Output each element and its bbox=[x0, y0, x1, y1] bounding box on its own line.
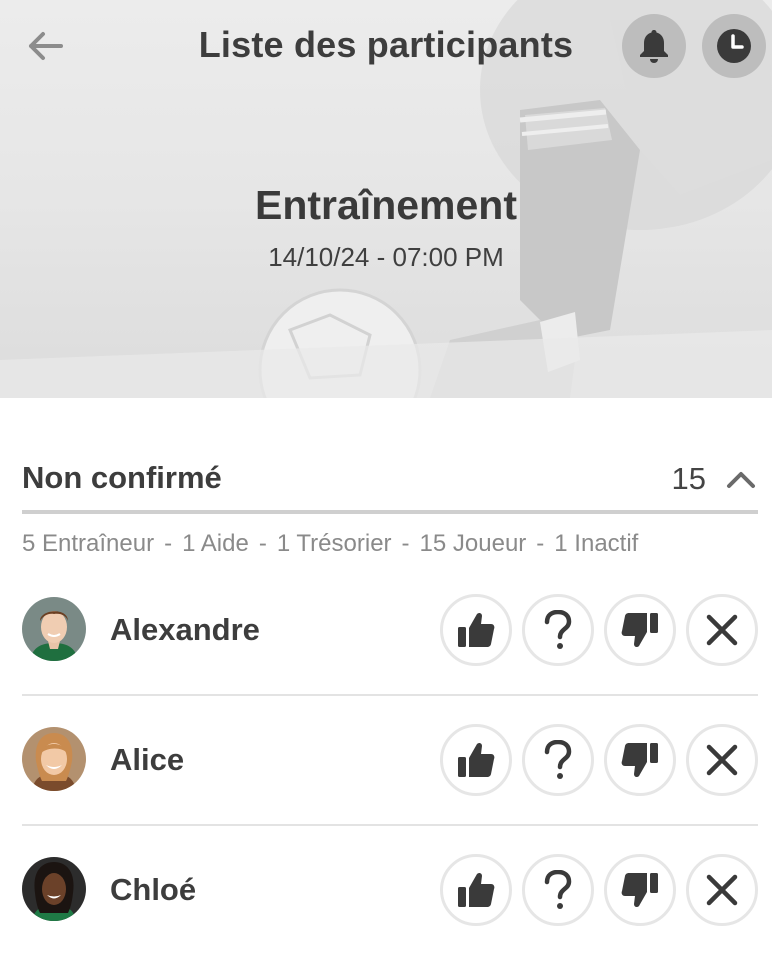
remove-button[interactable] bbox=[686, 854, 758, 926]
role-count-players: 15 Joueur bbox=[419, 530, 527, 557]
attendance-actions bbox=[440, 724, 758, 796]
bell-icon bbox=[640, 30, 668, 63]
remove-button[interactable] bbox=[686, 724, 758, 796]
close-icon bbox=[706, 614, 738, 646]
non-confirmed-section-header[interactable]: Non confirmé 15 bbox=[22, 454, 758, 514]
event-title: Entraînement bbox=[255, 182, 517, 228]
attendance-actions bbox=[440, 594, 758, 666]
role-separator: - bbox=[164, 530, 173, 557]
participant-name: Alice bbox=[110, 742, 185, 777]
decline-button[interactable] bbox=[604, 724, 676, 796]
history-button[interactable] bbox=[702, 14, 766, 78]
role-count-coaches: 5 Entraîneur bbox=[22, 530, 155, 557]
confirm-button[interactable] bbox=[440, 724, 512, 796]
event-datetime: 14/10/24 - 07:00 PM bbox=[268, 242, 504, 272]
avatar bbox=[22, 857, 86, 921]
participant-row: Alexandre bbox=[22, 566, 758, 696]
event-hero: Liste des participants Entraînement 14/1… bbox=[0, 0, 772, 398]
role-separator: - bbox=[401, 530, 410, 557]
clock-icon bbox=[717, 29, 751, 63]
close-icon bbox=[706, 744, 738, 776]
participant-list: Alexandre Alice Chloé bbox=[22, 566, 758, 954]
maybe-button[interactable] bbox=[522, 594, 594, 666]
section-title: Non confirmé bbox=[22, 460, 222, 495]
confirm-button[interactable] bbox=[440, 594, 512, 666]
maybe-button[interactable] bbox=[522, 724, 594, 796]
role-separator: - bbox=[536, 530, 545, 557]
participant-name: Chloé bbox=[110, 872, 197, 907]
thumbs-up-icon bbox=[458, 742, 495, 777]
roles-summary: 5 Entraîneur -1 Aide -1 Trésorier -15 Joueu… bbox=[22, 530, 638, 558]
chevron-up-icon[interactable] bbox=[726, 468, 756, 490]
decline-button[interactable] bbox=[604, 594, 676, 666]
role-count-inactive: 1 Inactif bbox=[554, 530, 639, 557]
decline-button[interactable] bbox=[604, 854, 676, 926]
thumbs-down-icon bbox=[621, 873, 658, 908]
thumbs-up-icon bbox=[458, 872, 495, 907]
avatar bbox=[22, 727, 86, 791]
role-separator: - bbox=[258, 530, 267, 557]
confirm-button[interactable] bbox=[440, 854, 512, 926]
participant-row: Alice bbox=[22, 696, 758, 826]
notifications-button[interactable] bbox=[622, 14, 686, 78]
maybe-button[interactable] bbox=[522, 854, 594, 926]
question-icon bbox=[544, 870, 572, 909]
role-count-treasurers: 1 Trésorier bbox=[276, 530, 392, 557]
thumbs-up-icon bbox=[458, 612, 495, 647]
participant-row: Chloé bbox=[22, 826, 758, 954]
thumbs-down-icon bbox=[621, 743, 658, 778]
avatar bbox=[22, 597, 86, 661]
question-icon bbox=[544, 740, 572, 779]
question-icon bbox=[544, 610, 572, 649]
attendance-actions bbox=[440, 854, 758, 926]
thumbs-down-icon bbox=[621, 613, 658, 648]
participant-name: Alexandre bbox=[110, 612, 260, 647]
top-bar: Liste des participants bbox=[0, 0, 772, 92]
close-icon bbox=[706, 874, 738, 906]
remove-button[interactable] bbox=[686, 594, 758, 666]
role-count-helpers: 1 Aide bbox=[182, 530, 249, 557]
section-count: 15 bbox=[671, 461, 706, 496]
